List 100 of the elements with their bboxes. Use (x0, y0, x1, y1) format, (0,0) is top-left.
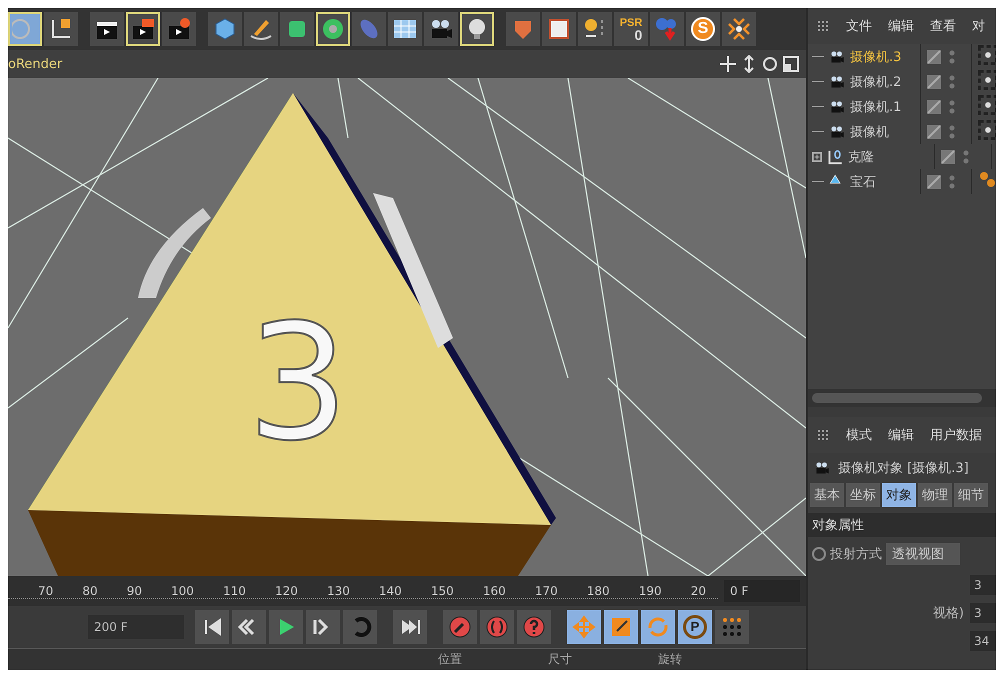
frame-tick: 80 (82, 584, 98, 598)
model-number: 3 (247, 289, 349, 476)
target-tag-icon (978, 70, 996, 90)
object-title: 摄像机对象 [摄像机.3] (838, 460, 969, 477)
column-header: 旋转 (658, 650, 683, 668)
auto-key-icon (485, 615, 509, 639)
frame-tick: 100 (171, 584, 194, 598)
step-back-button[interactable] (232, 610, 266, 644)
target-tag-icon (978, 120, 996, 140)
skip-forward-button[interactable] (393, 610, 427, 644)
toolbar-button[interactable] (722, 12, 756, 46)
frame-icon (546, 16, 572, 42)
object-name[interactable]: 摄像机.3 (850, 48, 902, 66)
toolbar-button[interactable] (578, 12, 612, 46)
expand-plus-icon[interactable] (812, 152, 822, 162)
frame-tick: 160 (482, 584, 506, 598)
menu-item[interactable]: 文件 (846, 17, 872, 35)
object-name[interactable]: 摄像机 (850, 122, 889, 140)
frame-tick: 110 (223, 584, 246, 598)
object-name[interactable]: 摄像机.2 (850, 72, 902, 90)
dot-grid-icon (720, 615, 744, 639)
toolbar-button[interactable] (44, 12, 78, 46)
menu-item[interactable]: 编辑 (888, 426, 914, 444)
frame-tick: 70 (38, 584, 54, 598)
key-icon (448, 615, 472, 639)
menu-item[interactable]: 查看 (930, 17, 956, 35)
tab[interactable]: 对象 (882, 483, 916, 507)
auto-key-button[interactable] (480, 610, 514, 644)
toolbar-button[interactable] (424, 12, 458, 46)
maximize-icon[interactable] (782, 55, 800, 73)
layer-icon (941, 150, 956, 164)
frame-tick: 120 (274, 584, 298, 598)
layer-icon (927, 124, 942, 138)
projection-dropdown[interactable]: 透视视图 (886, 543, 960, 565)
play-button[interactable] (269, 610, 303, 644)
number-field[interactable]: 34 (970, 631, 996, 651)
field-label: 投射方式 (830, 546, 882, 563)
grip-icon (816, 19, 830, 33)
snap-icon (726, 16, 752, 42)
frame-tick: 20 (690, 584, 706, 598)
column-header: 尺寸 (548, 650, 573, 668)
menu-item[interactable]: 用户数据 (930, 426, 982, 444)
question-button[interactable] (517, 610, 551, 644)
key-button[interactable] (443, 610, 477, 644)
menu-item[interactable]: 编辑 (888, 17, 914, 35)
material-tag-icon (978, 170, 996, 190)
rotate-icon (646, 615, 670, 639)
frame-field[interactable]: 0 F (724, 580, 800, 602)
menu-item[interactable]: 对 (972, 17, 985, 35)
column-header: 位置 (438, 650, 463, 668)
object-name[interactable]: 摄像机.1 (850, 98, 902, 116)
number-field[interactable]: 3 (970, 603, 996, 623)
field-label: 视格) (932, 605, 964, 622)
move-icon[interactable] (719, 55, 737, 73)
tab[interactable]: 细节 (954, 483, 988, 507)
end-frame-field[interactable]: 200 F (88, 615, 184, 639)
frame-tick: 130 (326, 584, 350, 598)
layer-icon (927, 74, 942, 88)
clapperboard-gear-icon (166, 16, 192, 42)
object-name[interactable]: 宝石 (850, 172, 876, 190)
section-header: 对象属性 (808, 513, 996, 537)
toolbar-button[interactable] (126, 12, 160, 46)
tab[interactable]: 基本 (810, 483, 844, 507)
layer-icon (927, 100, 942, 114)
letter-circle-icon (690, 16, 716, 42)
layer-icon (927, 174, 942, 188)
scrollbar-thumb[interactable] (812, 393, 982, 403)
target-tag-icon (978, 95, 996, 115)
tab[interactable]: 物理 (918, 483, 952, 507)
dot-grid-button[interactable] (715, 610, 749, 644)
viewport-title: oRender (8, 56, 62, 72)
number-field[interactable]: 3 (970, 575, 996, 595)
clapperboard-icon (130, 16, 156, 42)
layer-icon (927, 50, 942, 64)
scale-button[interactable] (604, 610, 638, 644)
scale-icon (609, 615, 633, 639)
step-forward-button[interactable] (306, 610, 340, 644)
frame-tick: 90 (126, 584, 142, 598)
object-name[interactable]: 克隆 (848, 148, 874, 166)
frame-tick: 150 (430, 584, 454, 598)
frame-tick: 190 (638, 584, 662, 598)
radio-button[interactable] (812, 547, 826, 561)
p-button[interactable]: P (678, 610, 712, 644)
menu-item[interactable]: 模式 (846, 426, 872, 444)
frame-tick: 140 (378, 584, 402, 598)
grip-icon (816, 428, 830, 442)
question-icon (522, 615, 546, 639)
frame-tick: 180 (586, 584, 610, 598)
flower-icon (320, 16, 346, 42)
toolbar-button[interactable] (542, 12, 576, 46)
toolbar-button[interactable] (90, 12, 124, 46)
skip-back-button[interactable] (195, 610, 229, 644)
move-icon (572, 615, 596, 639)
target-tag-icon (978, 45, 996, 65)
toolbar-button[interactable] (388, 12, 422, 46)
rotate-icon[interactable] (761, 55, 779, 73)
tab[interactable]: 坐标 (846, 483, 880, 507)
frame-tick: 170 (534, 584, 558, 598)
psr-button[interactable]: PSR 0 (614, 12, 648, 46)
toolbar-button[interactable] (460, 12, 494, 46)
